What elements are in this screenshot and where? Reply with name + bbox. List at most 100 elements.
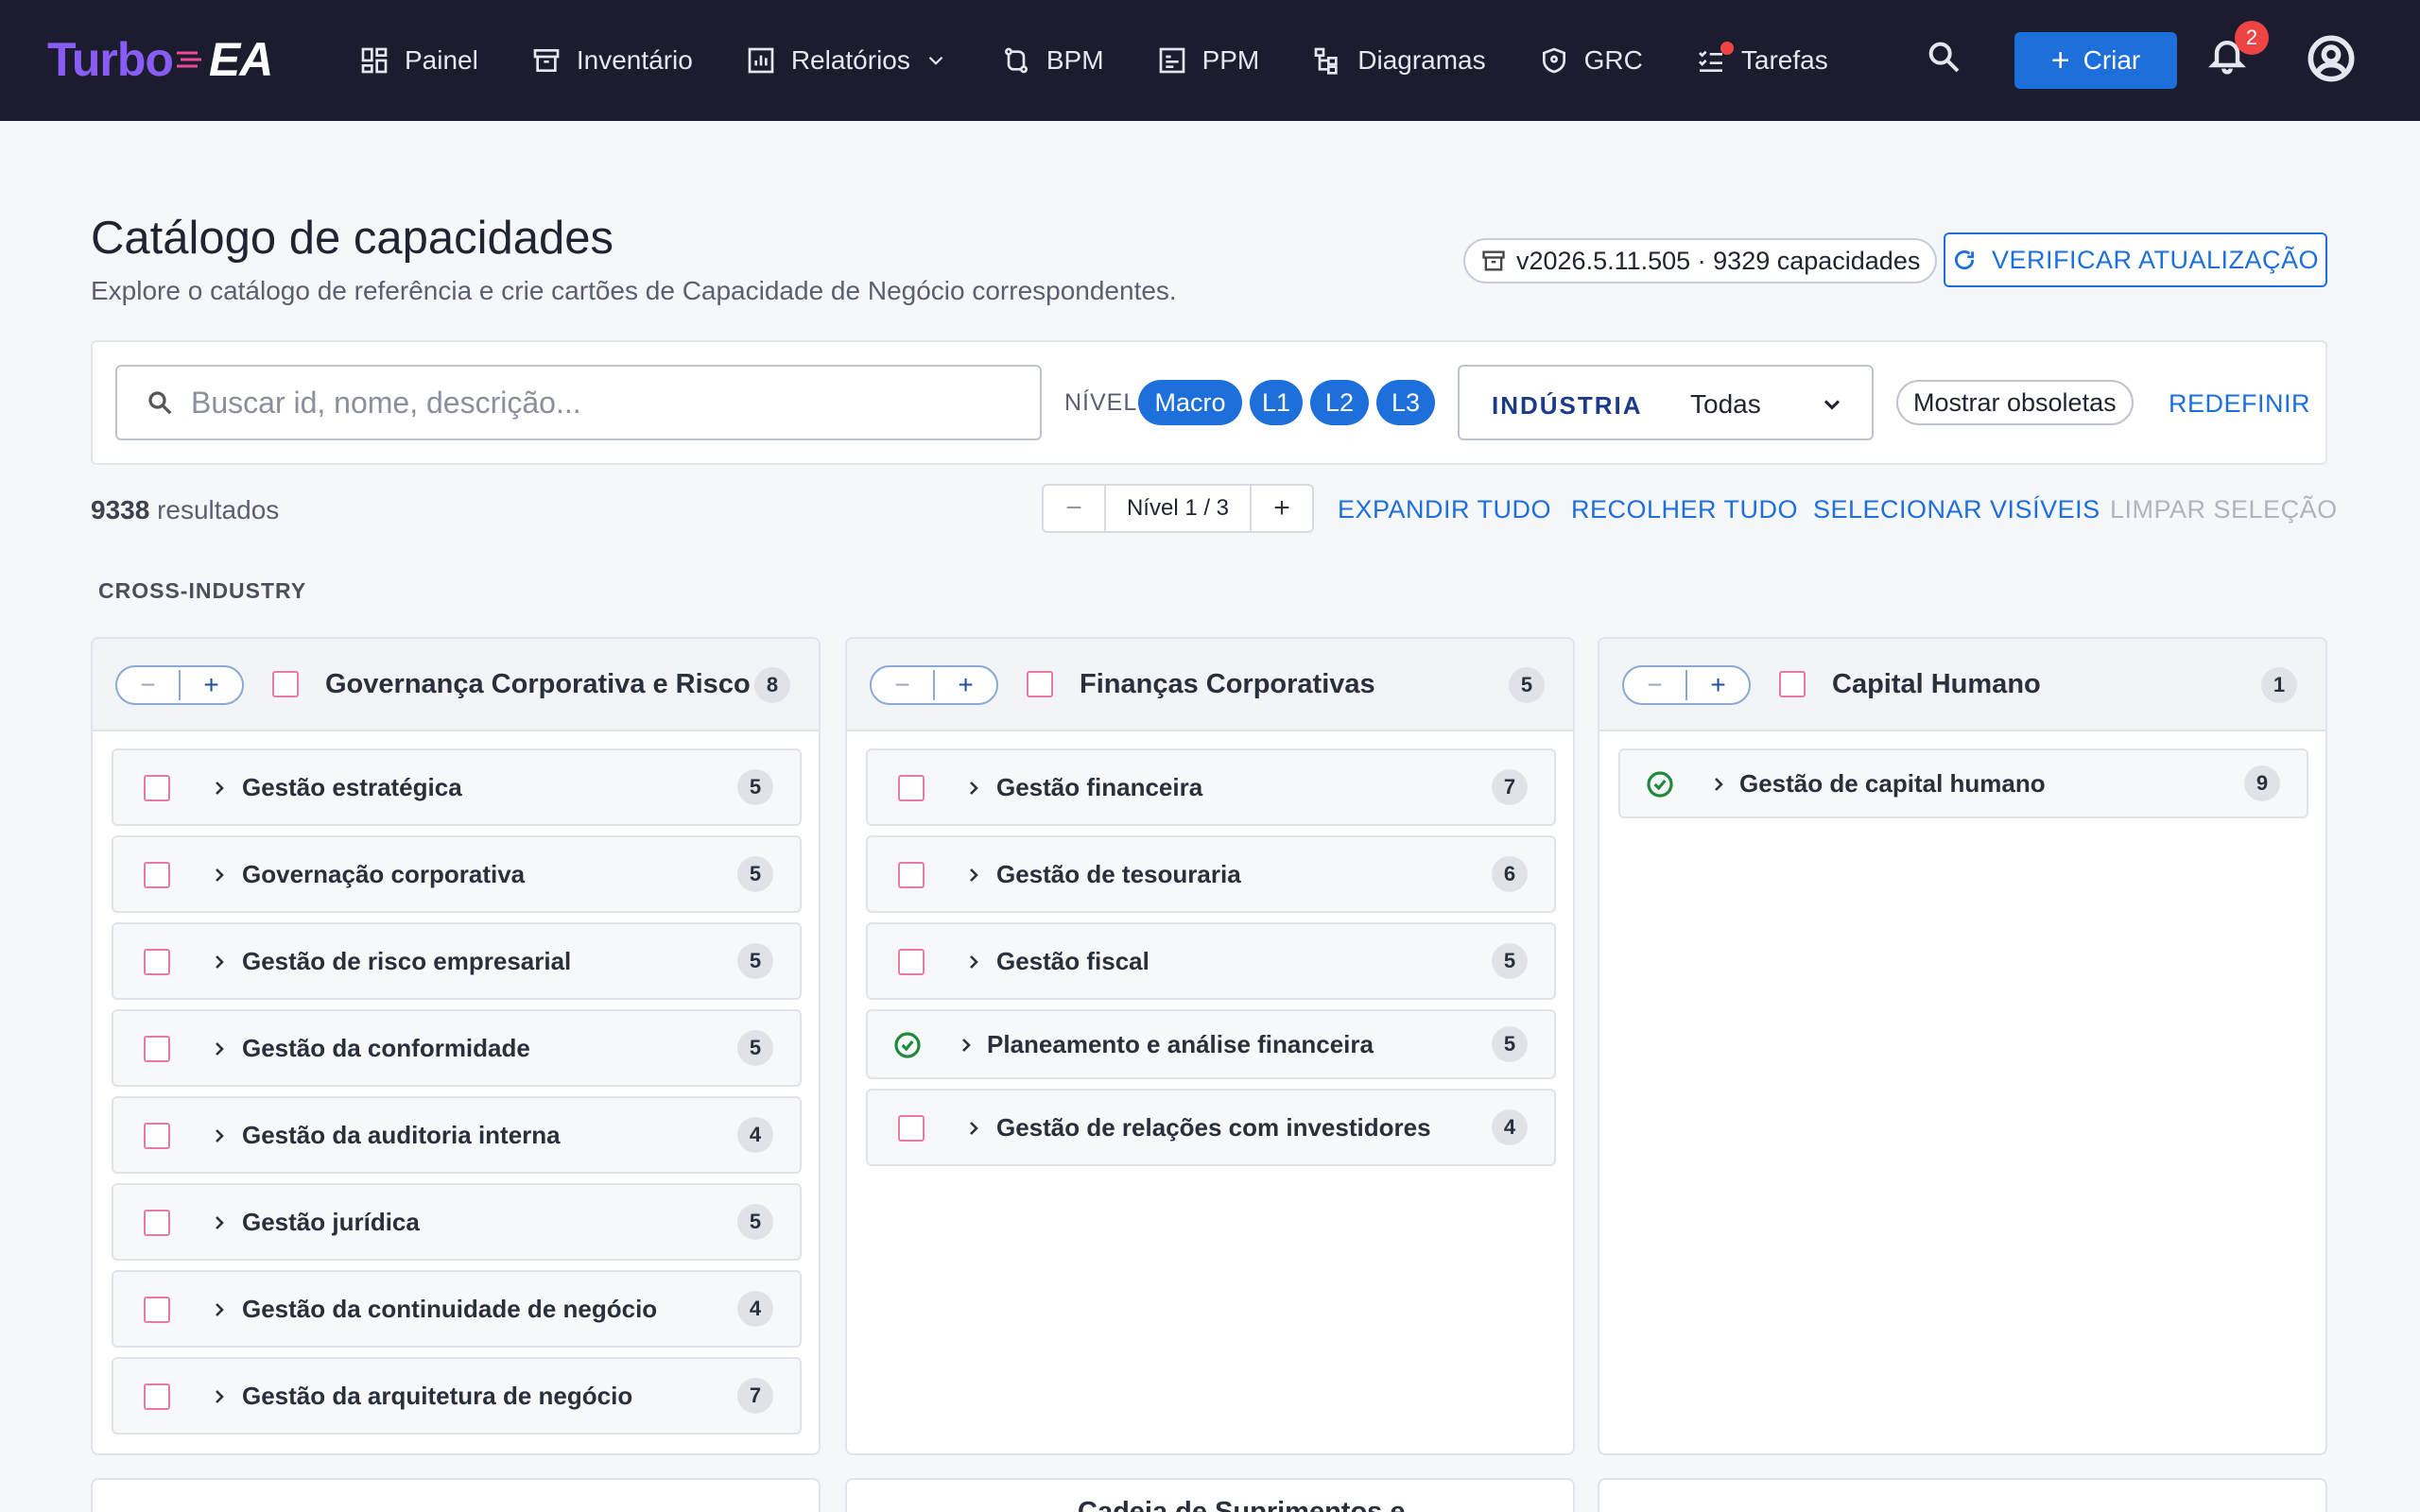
account-circle-icon: [2308, 35, 2355, 82]
level-chip-macro[interactable]: Macro: [1138, 380, 1242, 425]
level-chip-l3[interactable]: L3: [1376, 380, 1435, 425]
capability-row[interactable]: Gestão da arquitetura de negócio 7: [112, 1357, 802, 1435]
chevron-right-icon[interactable]: [208, 1211, 231, 1234]
level-chip-l1[interactable]: L1: [1250, 380, 1303, 425]
row-count-badge: 4: [737, 1291, 773, 1327]
capability-row-existing[interactable]: Gestão de capital humano 9: [1618, 748, 2308, 818]
row-count-badge: 9: [2244, 765, 2280, 801]
check-update-button[interactable]: VERIFICAR ATUALIZAÇÃO: [1944, 232, 2327, 287]
row-select-checkbox[interactable]: [898, 775, 925, 801]
chevron-right-icon[interactable]: [208, 1125, 231, 1147]
row-label: Gestão da arquitetura de negócio: [242, 1382, 633, 1410]
global-search-button[interactable]: [1925, 38, 1970, 83]
chevron-right-icon[interactable]: [962, 951, 985, 973]
chevron-right-icon[interactable]: [208, 777, 231, 799]
tasks-notification-dot: [1720, 42, 1734, 55]
row-select-checkbox[interactable]: [144, 1383, 170, 1410]
bar-chart-icon: [748, 47, 774, 74]
chevron-right-icon[interactable]: [962, 1117, 985, 1140]
chevron-right-icon[interactable]: [962, 864, 985, 886]
level-decrease-button[interactable]: −: [1044, 486, 1106, 531]
capability-row[interactable]: Governação corporativa 5: [112, 835, 802, 913]
capability-row[interactable]: Gestão da conformidade 5: [112, 1009, 802, 1087]
chevron-right-icon[interactable]: [208, 951, 231, 973]
expand-all-button[interactable]: EXPANDIR TUDO: [1338, 495, 1551, 524]
industry-select[interactable]: INDÚSTRIA Todas: [1458, 365, 1874, 440]
column-select-checkbox[interactable]: [1027, 671, 1053, 697]
nav-item-ppm[interactable]: PPM: [1157, 32, 1259, 89]
capability-row-existing[interactable]: Planeamento e análise financeira 5: [866, 1009, 1556, 1079]
chevron-right-icon[interactable]: [208, 1038, 231, 1060]
reset-filters-button[interactable]: REDEFINIR: [2169, 389, 2310, 419]
column-collapse-button[interactable]: −: [1624, 670, 1687, 700]
column-collapse-button[interactable]: −: [117, 670, 181, 700]
row-select-checkbox[interactable]: [144, 1210, 170, 1236]
chevron-right-icon[interactable]: [208, 864, 231, 886]
chevron-right-icon[interactable]: [955, 1034, 977, 1057]
capability-row[interactable]: Gestão de risco empresarial 5: [112, 922, 802, 1000]
capability-row[interactable]: Gestão de relações com investidores 4: [866, 1089, 1556, 1166]
results-count-suffix: resultados: [149, 495, 280, 524]
nav-item-bpm[interactable]: BPM: [1001, 32, 1104, 89]
level-chip-l2[interactable]: L2: [1310, 380, 1369, 425]
row-select-checkbox[interactable]: [898, 1115, 925, 1142]
row-select-checkbox[interactable]: [898, 949, 925, 975]
group-label-cross-industry: CROSS-INDUSTRY: [98, 578, 307, 603]
column-title: Finanças Corporativas: [1080, 669, 1375, 699]
main-nav: Painel Inventário Relatórios BPM PPM Dia…: [359, 0, 1881, 121]
nav-item-inventario[interactable]: Inventário: [531, 32, 693, 89]
search-icon: [148, 391, 172, 415]
row-label: Gestão jurídica: [242, 1208, 420, 1236]
row-count-badge: 5: [737, 856, 773, 892]
search-icon: [1928, 42, 1960, 73]
collapse-all-button[interactable]: RECOLHER TUDO: [1571, 495, 1798, 524]
show-obsolete-toggle[interactable]: Mostrar obsoletas: [1896, 380, 2134, 425]
clear-selection-button[interactable]: LIMPAR SELEÇÃO: [2110, 495, 2338, 524]
capability-row[interactable]: Gestão de tesouraria 6: [866, 835, 1556, 913]
catalog-search-input[interactable]: [191, 385, 1004, 421]
chevron-right-icon[interactable]: [962, 777, 985, 799]
column-count-badge: 1: [2261, 667, 2297, 703]
column-expand-button[interactable]: +: [1687, 670, 1749, 700]
chevron-down-icon: [1824, 400, 1841, 410]
existing-card-check-icon: [1645, 769, 1675, 799]
row-select-checkbox[interactable]: [144, 1297, 170, 1323]
capability-row[interactable]: Gestão estratégica 5: [112, 748, 802, 826]
user-account-button[interactable]: [2307, 34, 2360, 87]
nav-item-diagramas[interactable]: Diagramas: [1312, 32, 1486, 89]
column-collapse-expand-control: − +: [1622, 665, 1751, 705]
column-header: − + Governança Corporativa e Risco 8: [93, 639, 819, 731]
capability-row[interactable]: Gestão financeira 7: [866, 748, 1556, 826]
chevron-right-icon[interactable]: [1707, 773, 1730, 796]
capability-row[interactable]: Gestão da auditoria interna 4: [112, 1096, 802, 1174]
row-select-checkbox[interactable]: [144, 862, 170, 888]
nav-item-painel[interactable]: Painel: [359, 32, 478, 89]
row-select-checkbox[interactable]: [144, 949, 170, 975]
column-select-checkbox[interactable]: [272, 671, 299, 697]
row-select-checkbox[interactable]: [144, 1036, 170, 1062]
turboea-logo[interactable]: Turbo EA: [47, 32, 273, 87]
chevron-right-icon[interactable]: [208, 1385, 231, 1408]
create-button[interactable]: + Criar: [2014, 32, 2177, 89]
catalog-search-field[interactable]: [115, 365, 1042, 440]
select-visible-button[interactable]: SELECIONAR VISÍVEIS: [1813, 495, 2100, 524]
row-label: Gestão financeira: [996, 773, 1203, 801]
column-expand-button[interactable]: +: [181, 670, 242, 700]
row-select-checkbox[interactable]: [144, 775, 170, 801]
partial-column-title: Cadeia de Suprimentos e: [1078, 1497, 1406, 1512]
column-title: Governança Corporativa e Risco: [325, 669, 751, 699]
chevron-right-icon[interactable]: [208, 1298, 231, 1321]
capability-row[interactable]: Gestão jurídica 5: [112, 1183, 802, 1261]
capability-row[interactable]: Gestão fiscal 5: [866, 922, 1556, 1000]
level-increase-button[interactable]: +: [1250, 486, 1312, 531]
nav-item-tarefas[interactable]: Tarefas: [1696, 32, 1828, 89]
results-count: 9338 resultados: [91, 495, 279, 525]
row-select-checkbox[interactable]: [144, 1123, 170, 1149]
row-select-checkbox[interactable]: [898, 862, 925, 888]
column-expand-button[interactable]: +: [935, 670, 996, 700]
column-select-checkbox[interactable]: [1779, 671, 1806, 697]
column-collapse-button[interactable]: −: [872, 670, 935, 700]
nav-item-grc[interactable]: GRC: [1539, 32, 1643, 89]
nav-item-relatorios[interactable]: Relatórios: [746, 32, 948, 89]
capability-row[interactable]: Gestão da continuidade de negócio 4: [112, 1270, 802, 1348]
